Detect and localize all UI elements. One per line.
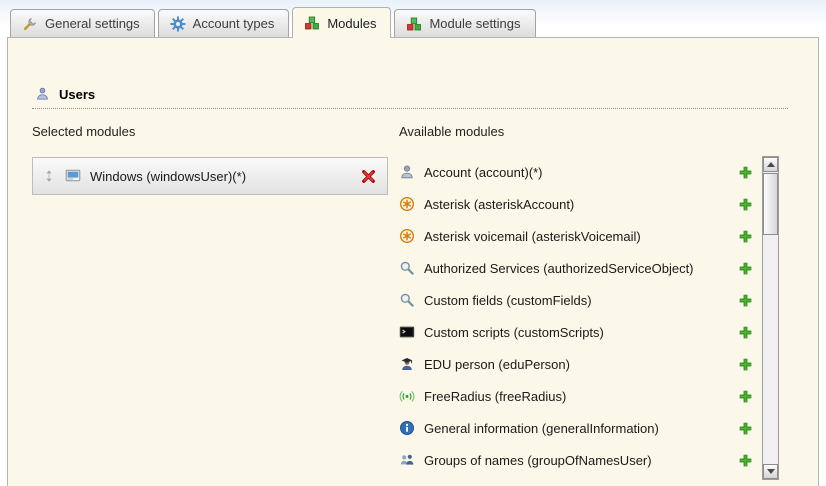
add-plus-icon[interactable] xyxy=(738,293,753,308)
module-label: FreeRadius (freeRadius) xyxy=(424,389,729,404)
user-icon xyxy=(35,86,51,102)
terminal-icon xyxy=(399,324,415,340)
asterisk-icon xyxy=(399,196,415,212)
arrow-down-icon xyxy=(767,469,775,474)
asterisk-icon xyxy=(399,228,415,244)
module-settings-icon xyxy=(406,16,422,32)
windows-icon xyxy=(65,168,81,184)
add-plus-icon[interactable] xyxy=(738,357,753,372)
tab-account-types[interactable]: Account types xyxy=(158,9,290,37)
available-module-row: General information (generalInformation) xyxy=(392,412,762,444)
module-label: Custom scripts (customScripts) xyxy=(424,325,729,340)
selected-module-row[interactable]: Windows (windowsUser)(*) xyxy=(32,157,388,195)
tools-icon xyxy=(22,16,38,32)
edu-person-icon xyxy=(399,356,415,372)
gear-icon xyxy=(170,16,186,32)
selected-modules-heading: Selected modules xyxy=(32,124,135,139)
scrollbar[interactable] xyxy=(762,156,779,480)
add-plus-icon[interactable] xyxy=(738,229,753,244)
module-label: Asterisk voicemail (asteriskVoicemail) xyxy=(424,229,729,244)
module-label: Groups of names (groupOfNamesUser) xyxy=(424,453,729,468)
tab-general-settings[interactable]: General settings xyxy=(10,9,155,37)
add-plus-icon[interactable] xyxy=(738,453,753,468)
module-label: Authorized Services (authorizedServiceOb… xyxy=(424,261,729,276)
available-module-row: FreeRadius (freeRadius) xyxy=(392,380,762,412)
dotted-separator xyxy=(32,108,788,109)
tab-bar: General settings Account types Modules M… xyxy=(10,8,536,38)
magnifier-icon xyxy=(399,292,415,308)
group-icon xyxy=(399,452,415,468)
available-module-row: Groups of names (groupOfNamesUser) xyxy=(392,444,762,476)
available-module-row: Custom scripts (customScripts) xyxy=(392,316,762,348)
add-plus-icon[interactable] xyxy=(738,261,753,276)
account-person-icon xyxy=(399,164,415,180)
available-module-row: Authorized Services (authorizedServiceOb… xyxy=(392,252,762,284)
tab-label: Module settings xyxy=(429,16,520,31)
available-module-row: Asterisk (asteriskAccount) xyxy=(392,188,762,220)
tab-module-settings[interactable]: Module settings xyxy=(394,9,535,37)
modules-icon xyxy=(304,15,320,31)
available-modules-heading: Available modules xyxy=(399,124,504,139)
section-title-text: Users xyxy=(59,87,95,102)
drag-handle-icon[interactable] xyxy=(42,169,56,183)
tab-modules[interactable]: Modules xyxy=(292,7,391,38)
arrow-up-icon xyxy=(767,162,775,167)
add-plus-icon[interactable] xyxy=(738,325,753,340)
tab-label: Account types xyxy=(193,16,275,31)
users-section-heading: Users xyxy=(35,86,95,102)
magnifier-icon xyxy=(399,260,415,276)
add-plus-icon[interactable] xyxy=(738,165,753,180)
available-rows: Account (account)(*) Asterisk (asteriskA… xyxy=(392,156,762,480)
selected-module-label: Windows (windowsUser)(*) xyxy=(90,169,246,184)
radio-waves-icon xyxy=(399,388,415,404)
content-panel: Users Selected modules Available modules… xyxy=(7,37,819,486)
scroll-thumb[interactable] xyxy=(763,173,778,235)
available-module-row: EDU person (eduPerson) xyxy=(392,348,762,380)
module-label: General information (generalInformation) xyxy=(424,421,729,436)
available-module-row: Asterisk voicemail (asteriskVoicemail) xyxy=(392,220,762,252)
module-label: Custom fields (customFields) xyxy=(424,293,729,308)
add-plus-icon[interactable] xyxy=(738,197,753,212)
module-label: Account (account)(*) xyxy=(424,165,729,180)
module-label: EDU person (eduPerson) xyxy=(424,357,729,372)
scroll-up-button[interactable] xyxy=(763,157,778,172)
module-label: Asterisk (asteriskAccount) xyxy=(424,197,729,212)
available-module-row: Custom fields (customFields) xyxy=(392,284,762,316)
available-module-row: Account (account)(*) xyxy=(392,156,762,188)
info-icon xyxy=(399,420,415,436)
tab-label: General settings xyxy=(45,16,140,31)
add-plus-icon[interactable] xyxy=(738,389,753,404)
delete-icon[interactable] xyxy=(361,169,376,184)
add-plus-icon[interactable] xyxy=(738,421,753,436)
tab-label: Modules xyxy=(327,16,376,31)
available-modules-list: Account (account)(*) Asterisk (asteriskA… xyxy=(392,156,779,480)
scroll-down-button[interactable] xyxy=(763,464,778,479)
